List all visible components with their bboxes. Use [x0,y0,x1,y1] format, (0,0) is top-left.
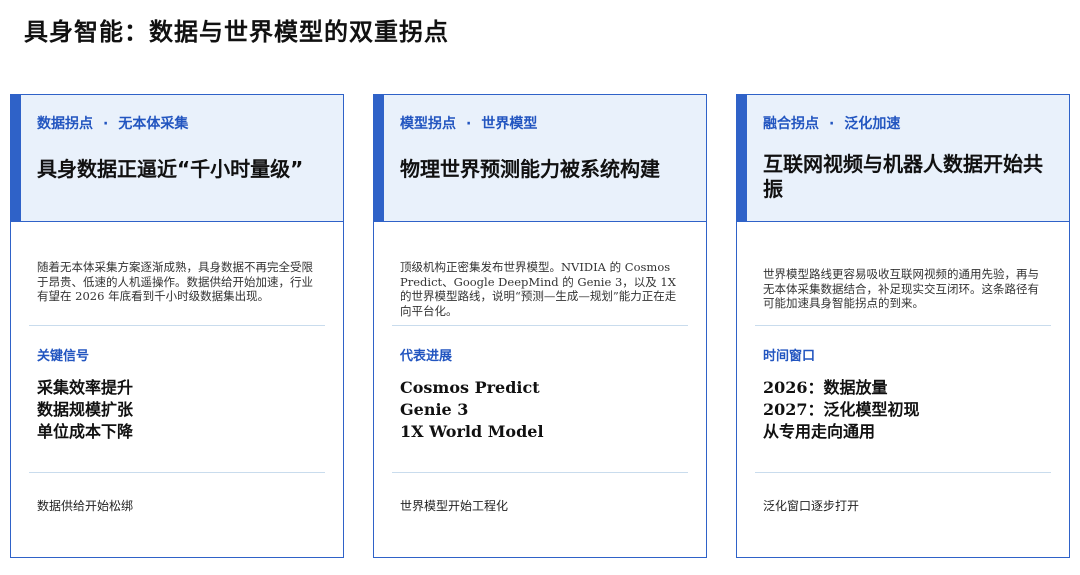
card-item: 采集效率提升 [37,378,134,397]
card-model-inflection: 模型拐点 · 世界模型 物理世界预测能力被系统构建 顶级机构正密集发布世界模型。NV… [373,94,707,558]
card-header: 数据拐点 · 无本体采集 具身数据正逼近“千小时量级” [11,95,343,222]
card-tag-topic: 泛化加速 [844,116,901,132]
card-footer: 数据供给开始松绑 [37,499,134,513]
card-item: 2027：泛化模型初现 [763,400,920,419]
card-header: 模型拐点 · 世界模型 物理世界预测能力被系统构建 [374,95,706,222]
card-section-label: 代表进展 [400,349,453,364]
card-footer: 世界模型开始工程化 [400,499,509,513]
card-item-list: 2026：数据放量 2027：泛化模型初现 从专用走向通用 [763,377,920,443]
card-tag-separator: · [466,116,472,132]
card-tag-separator: · [103,116,109,132]
card-item-list: 采集效率提升 数据规模扩张 单位成本下降 [37,377,133,443]
card-section-label: 关键信号 [37,349,90,364]
card-description: 随着无本体采集方案逐渐成熟，具身数据不再完全受限于昂贵、低速的人机遥操作。数据供… [37,260,313,303]
card-item: 2026：数据放量 [763,378,888,397]
card-divider-bottom [755,472,1051,473]
card-tag-category: 模型拐点 [400,116,456,132]
card-divider-bottom [392,472,688,473]
card-section-label: 时间窗口 [763,349,816,364]
card-description: 世界模型路线更容易吸收互联网视频的通用先验，再与无本体采集数据结合，补足现实交互… [763,267,1039,310]
card-title: 具身数据正逼近“千小时量级” [37,157,304,181]
card-divider-bottom [29,472,325,473]
card-title: 物理世界预测能力被系统构建 [400,157,660,181]
card-title: 互联网视频与机器人数据开始共振 [763,152,1043,201]
card-divider-top [755,325,1051,326]
card-divider-top [29,325,325,326]
card-tag-topic: 世界模型 [481,116,538,132]
card-item: 1X World Model [400,422,544,441]
card-item: 从专用走向通用 [763,422,876,441]
page-title: 具身智能：数据与世界模型的双重拐点 [24,18,449,46]
card-header: 融合拐点 · 泛化加速 互联网视频与机器人数据开始共振 [737,95,1069,222]
card-tag-separator: · [829,116,835,132]
card-item: 数据规模扩张 [37,400,134,419]
card-accent-bar [374,95,384,221]
card-tag-category: 融合拐点 [763,116,819,132]
card-data-inflection: 数据拐点 · 无本体采集 具身数据正逼近“千小时量级” 随着无本体采集方案逐渐成熟，… [10,94,344,558]
card-item: Genie 3 [400,400,469,419]
card-tag: 数据拐点 · 无本体采集 [37,113,188,133]
card-tag-topic: 无本体采集 [118,116,189,132]
card-fusion-inflection: 融合拐点 · 泛化加速 互联网视频与机器人数据开始共振 世界模型路线更容易吸收互联网… [736,94,1070,558]
card-divider-top [392,325,688,326]
card-accent-bar [11,95,21,221]
card-tag: 融合拐点 · 泛化加速 [763,113,900,133]
card-tag: 模型拐点 · 世界模型 [400,113,537,133]
card-footer: 泛化窗口逐步打开 [763,499,860,513]
card-tag-category: 数据拐点 [37,116,93,132]
card-description: 顶级机构正密集发布世界模型。NVIDIA 的 Cosmos Predict、Go… [400,260,677,318]
card-accent-bar [737,95,747,221]
card-item: Cosmos Predict [400,378,540,397]
card-item-list: Cosmos Predict Genie 3 1X World Model [400,377,544,443]
card-item: 单位成本下降 [37,422,134,441]
